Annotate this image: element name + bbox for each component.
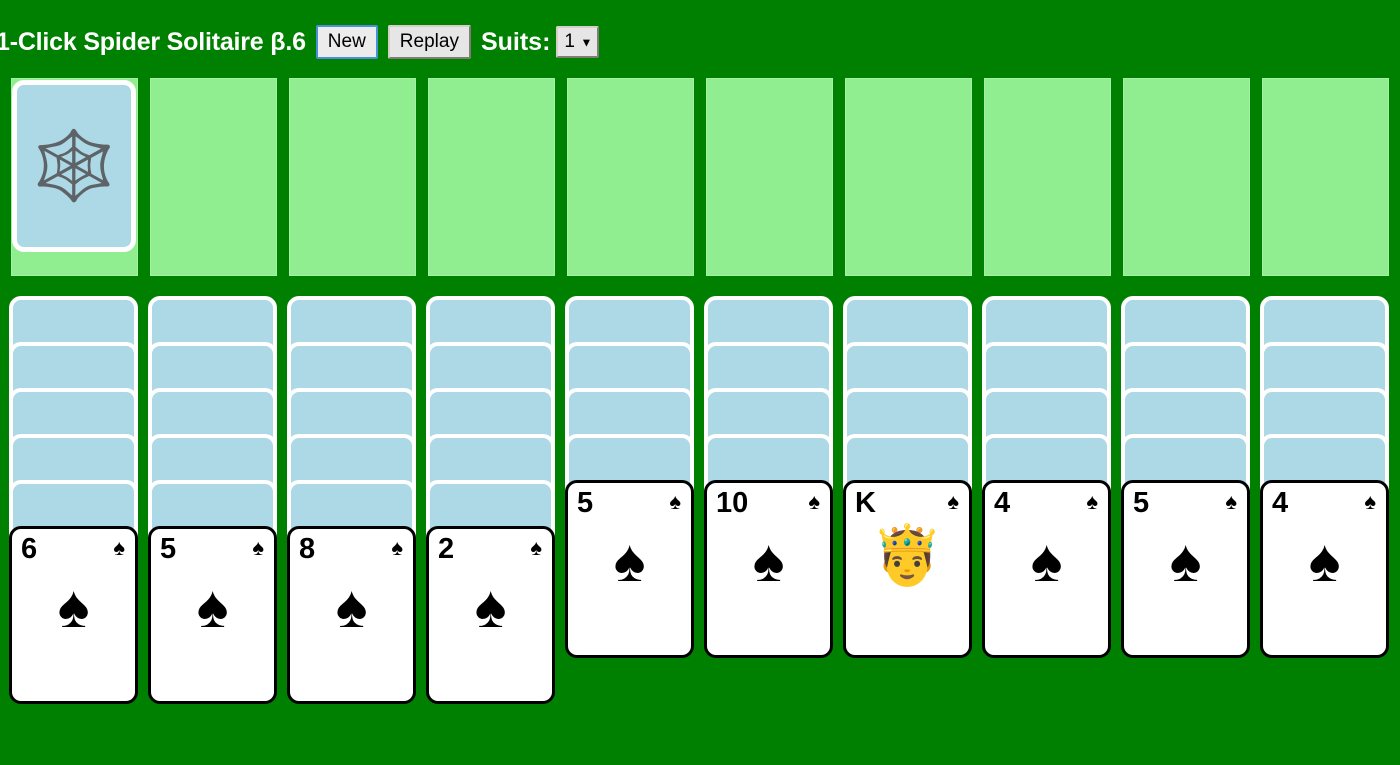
foundation-slot-4[interactable] bbox=[567, 78, 694, 276]
spade-suit-icon: ♠ bbox=[530, 535, 542, 560]
spade-suit-icon: ♠ bbox=[669, 489, 681, 514]
card-center-pip-icon: ♠ bbox=[474, 573, 507, 640]
spade-suit-icon: ♠ bbox=[1364, 489, 1376, 514]
suits-select[interactable]: 124 bbox=[556, 26, 600, 58]
spade-suit-icon: ♠ bbox=[1086, 489, 1098, 514]
page-title: 1-Click Spider Solitaire β.6 bbox=[0, 28, 306, 56]
card-rank: 5 bbox=[160, 533, 177, 565]
card-face-8-black[interactable]: 8 ♠ ♠ bbox=[287, 526, 416, 704]
suits-select-wrapper: 124 ▼ bbox=[556, 26, 600, 58]
spade-suit-icon: ♠ bbox=[113, 535, 125, 560]
card-center-pip-icon: ♠ bbox=[1030, 527, 1063, 594]
card-center-pip-icon: ♠ bbox=[196, 573, 229, 640]
spider-web-icon: 🕸️ bbox=[31, 128, 117, 204]
card-center-pip-icon: ♠ bbox=[1169, 527, 1202, 594]
card-face-10-black[interactable]: 10 ♠ ♠ bbox=[704, 480, 833, 658]
card-center-pip-icon: ♠ bbox=[752, 527, 785, 594]
foundation-slot-7[interactable] bbox=[984, 78, 1111, 276]
foundation-row bbox=[10, 78, 1400, 276]
card-rank: 5 bbox=[1133, 487, 1150, 519]
card-center-pip-icon: ♠ bbox=[335, 573, 368, 640]
card-rank: K bbox=[855, 487, 876, 519]
card-rank: 2 bbox=[438, 533, 455, 565]
card-rank: 4 bbox=[994, 487, 1011, 519]
card-face-5-black[interactable]: 5 ♠ ♠ bbox=[1121, 480, 1250, 658]
king-emoji-icon: 🤴 bbox=[871, 523, 944, 588]
foundation-slot-2[interactable] bbox=[289, 78, 416, 276]
card-center-pip-icon: ♠ bbox=[1308, 527, 1341, 594]
card-center-pip-icon: ♠ bbox=[613, 527, 646, 594]
spade-suit-icon: ♠ bbox=[252, 535, 264, 560]
foundation-slot-6[interactable] bbox=[845, 78, 972, 276]
card-face-5-black[interactable]: 5 ♠ ♠ bbox=[148, 526, 277, 704]
replay-button[interactable]: Replay bbox=[387, 25, 471, 59]
card-rank: 5 bbox=[577, 487, 594, 519]
spade-suit-icon: ♠ bbox=[947, 489, 959, 514]
card-rank: 4 bbox=[1272, 487, 1289, 519]
toolbar: 1-Click Spider Solitaire β.6 New Replay … bbox=[0, 22, 600, 62]
game-board: 1-Click Spider Solitaire β.6 New Replay … bbox=[0, 0, 1400, 765]
new-game-button[interactable]: New bbox=[315, 25, 378, 59]
suits-label: Suits: bbox=[480, 28, 551, 56]
spade-suit-icon: ♠ bbox=[808, 489, 820, 514]
card-rank: 6 bbox=[21, 533, 38, 565]
foundation-slot-5[interactable] bbox=[706, 78, 833, 276]
card-face-6-black[interactable]: 6 ♠ ♠ bbox=[9, 526, 138, 704]
card-rank: 10 bbox=[716, 487, 749, 519]
foundation-slot-1[interactable] bbox=[150, 78, 277, 276]
card-face-4-black[interactable]: 4 ♠ ♠ bbox=[982, 480, 1111, 658]
card-center-pip-icon: ♠ bbox=[57, 573, 90, 640]
spade-suit-icon: ♠ bbox=[1225, 489, 1237, 514]
foundation-slot-9[interactable] bbox=[1262, 78, 1389, 276]
stock-pile-card[interactable]: 🕸️ bbox=[12, 80, 136, 252]
card-face-4-black[interactable]: 4 ♠ ♠ bbox=[1260, 480, 1389, 658]
card-face-5-black[interactable]: 5 ♠ ♠ bbox=[565, 480, 694, 658]
card-face-K-black[interactable]: K ♠ 🤴 bbox=[843, 480, 972, 658]
foundation-slot-3[interactable] bbox=[428, 78, 555, 276]
card-rank: 8 bbox=[299, 533, 316, 565]
foundation-slot-8[interactable] bbox=[1123, 78, 1250, 276]
spade-suit-icon: ♠ bbox=[391, 535, 403, 560]
tableau: 6 ♠ ♠ 5 ♠ ♠ 8 ♠ ♠ 2 ♠ ♠ 5 ♠ ♠ 10 ♠ ♠ K ♠ 🤴 4 ♠ ♠ 5 ♠ ♠ 4 ♠ ♠ bbox=[0, 296, 1400, 756]
card-face-2-black[interactable]: 2 ♠ ♠ bbox=[426, 526, 555, 704]
